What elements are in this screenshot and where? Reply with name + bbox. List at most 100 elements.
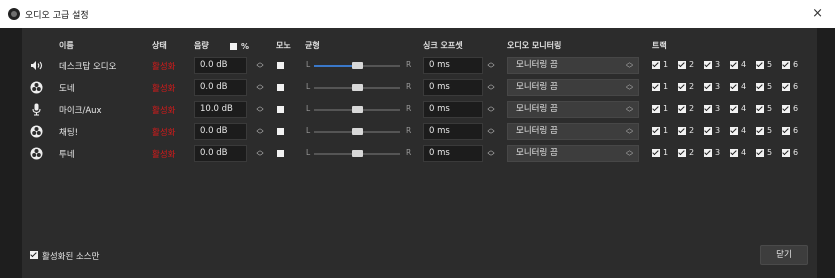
track-checkbox[interactable] xyxy=(782,60,790,69)
track-toggle[interactable]: 2 xyxy=(678,104,704,113)
track-toggle[interactable]: 5 xyxy=(756,82,782,91)
chevron-down-icon[interactable]: ﹀ xyxy=(257,131,264,139)
volume-stepper[interactable]: ︿ ﹀ xyxy=(255,79,265,96)
monitoring-select[interactable]: 모니터링 끔 ︿ ﹀ xyxy=(507,79,639,96)
sync-offset-input[interactable]: 0 ms xyxy=(423,145,483,162)
status-toggle[interactable]: 활성화 xyxy=(152,126,175,138)
balance-slider[interactable] xyxy=(314,106,400,113)
track-toggle[interactable]: 4 xyxy=(730,60,756,69)
active-only-checkbox[interactable] xyxy=(30,251,38,259)
monitoring-select[interactable]: 모니터링 끔 ︿ ﹀ xyxy=(507,101,639,118)
balance-slider[interactable] xyxy=(314,84,400,91)
track-checkbox[interactable] xyxy=(730,60,738,69)
sync-offset-stepper[interactable]: ︿ ﹀ xyxy=(486,101,496,118)
chevron-down-icon[interactable]: ﹀ xyxy=(488,131,495,139)
track-checkbox[interactable] xyxy=(730,82,738,91)
chevron-down-icon[interactable]: ﹀ xyxy=(488,109,495,117)
chevron-down-icon[interactable]: ﹀ xyxy=(257,153,264,161)
mono-checkbox[interactable] xyxy=(277,150,284,157)
track-toggle[interactable]: 4 xyxy=(730,148,756,157)
track-toggle[interactable]: 4 xyxy=(730,104,756,113)
monitoring-select[interactable]: 모니터링 끔 ︿ ﹀ xyxy=(507,123,639,140)
track-checkbox[interactable] xyxy=(730,126,738,135)
sync-offset-input[interactable]: 0 ms xyxy=(423,101,483,118)
track-checkbox[interactable] xyxy=(678,60,686,69)
track-checkbox[interactable] xyxy=(756,60,764,69)
balance-slider-handle[interactable] xyxy=(352,150,363,157)
track-toggle[interactable]: 4 xyxy=(730,126,756,135)
track-toggle[interactable]: 3 xyxy=(704,60,730,69)
track-checkbox[interactable] xyxy=(782,104,790,113)
track-checkbox[interactable] xyxy=(756,82,764,91)
volume-input[interactable]: 0.0 dB xyxy=(194,123,247,140)
track-toggle[interactable]: 1 xyxy=(652,60,678,69)
track-toggle[interactable]: 6 xyxy=(782,126,808,135)
track-checkbox[interactable] xyxy=(652,148,660,157)
track-toggle[interactable]: 1 xyxy=(652,82,678,91)
track-checkbox[interactable] xyxy=(704,104,712,113)
track-checkbox[interactable] xyxy=(782,82,790,91)
track-checkbox[interactable] xyxy=(704,82,712,91)
track-checkbox[interactable] xyxy=(756,148,764,157)
track-checkbox[interactable] xyxy=(756,104,764,113)
sync-offset-stepper[interactable]: ︿ ﹀ xyxy=(486,79,496,96)
monitoring-select[interactable]: 모니터링 끔 ︿ ﹀ xyxy=(507,145,639,162)
volume-stepper[interactable]: ︿ ﹀ xyxy=(255,123,265,140)
track-toggle[interactable]: 1 xyxy=(652,104,678,113)
track-checkbox[interactable] xyxy=(652,104,660,113)
volume-stepper[interactable]: ︿ ﹀ xyxy=(255,145,265,162)
track-toggle[interactable]: 5 xyxy=(756,148,782,157)
volume-input[interactable]: 10.0 dB xyxy=(194,101,247,118)
track-checkbox[interactable] xyxy=(678,104,686,113)
track-checkbox[interactable] xyxy=(652,60,660,69)
track-toggle[interactable]: 5 xyxy=(756,104,782,113)
percent-checkbox[interactable] xyxy=(230,42,237,50)
close-button[interactable]: 닫기 xyxy=(760,245,808,265)
chevron-down-icon[interactable]: ﹀ xyxy=(257,65,264,73)
status-toggle[interactable]: 활성화 xyxy=(152,148,175,160)
balance-slider[interactable] xyxy=(314,62,400,69)
mono-checkbox[interactable] xyxy=(277,84,284,91)
volume-input[interactable]: 0.0 dB xyxy=(194,79,247,96)
track-checkbox[interactable] xyxy=(704,126,712,135)
balance-slider-handle[interactable] xyxy=(352,84,363,91)
close-icon[interactable]: × xyxy=(812,7,823,20)
track-toggle[interactable]: 2 xyxy=(678,126,704,135)
volume-input[interactable]: 0.0 dB xyxy=(194,145,247,162)
balance-slider-handle[interactable] xyxy=(352,62,363,69)
track-checkbox[interactable] xyxy=(704,60,712,69)
track-toggle[interactable]: 6 xyxy=(782,148,808,157)
sync-offset-input[interactable]: 0 ms xyxy=(423,123,483,140)
track-toggle[interactable]: 6 xyxy=(782,82,808,91)
mono-checkbox[interactable] xyxy=(277,106,284,113)
chevron-down-icon[interactable]: ﹀ xyxy=(257,87,264,95)
chevron-down-icon[interactable]: ﹀ xyxy=(488,65,495,73)
header-percent-toggle[interactable]: % xyxy=(230,40,249,52)
mono-checkbox[interactable] xyxy=(277,128,284,135)
track-checkbox[interactable] xyxy=(730,104,738,113)
track-checkbox[interactable] xyxy=(756,126,764,135)
track-toggle[interactable]: 6 xyxy=(782,60,808,69)
volume-stepper[interactable]: ︿ ﹀ xyxy=(255,101,265,118)
track-toggle[interactable]: 3 xyxy=(704,148,730,157)
volume-input[interactable]: 0.0 dB xyxy=(194,57,247,74)
track-toggle[interactable]: 3 xyxy=(704,82,730,91)
track-toggle[interactable]: 3 xyxy=(704,104,730,113)
status-toggle[interactable]: 활성화 xyxy=(152,104,175,116)
track-toggle[interactable]: 5 xyxy=(756,60,782,69)
track-toggle[interactable]: 5 xyxy=(756,126,782,135)
track-toggle[interactable]: 2 xyxy=(678,82,704,91)
track-toggle[interactable]: 1 xyxy=(652,126,678,135)
track-checkbox[interactable] xyxy=(782,126,790,135)
track-checkbox[interactable] xyxy=(652,82,660,91)
status-toggle[interactable]: 활성화 xyxy=(152,60,175,72)
balance-slider-handle[interactable] xyxy=(352,128,363,135)
balance-slider[interactable] xyxy=(314,150,400,157)
track-checkbox[interactable] xyxy=(678,148,686,157)
monitoring-select[interactable]: 모니터링 끔 ︿ ﹀ xyxy=(507,57,639,74)
track-checkbox[interactable] xyxy=(704,148,712,157)
track-toggle[interactable]: 2 xyxy=(678,60,704,69)
track-toggle[interactable]: 3 xyxy=(704,126,730,135)
sync-offset-input[interactable]: 0 ms xyxy=(423,57,483,74)
chevron-down-icon[interactable]: ﹀ xyxy=(488,87,495,95)
